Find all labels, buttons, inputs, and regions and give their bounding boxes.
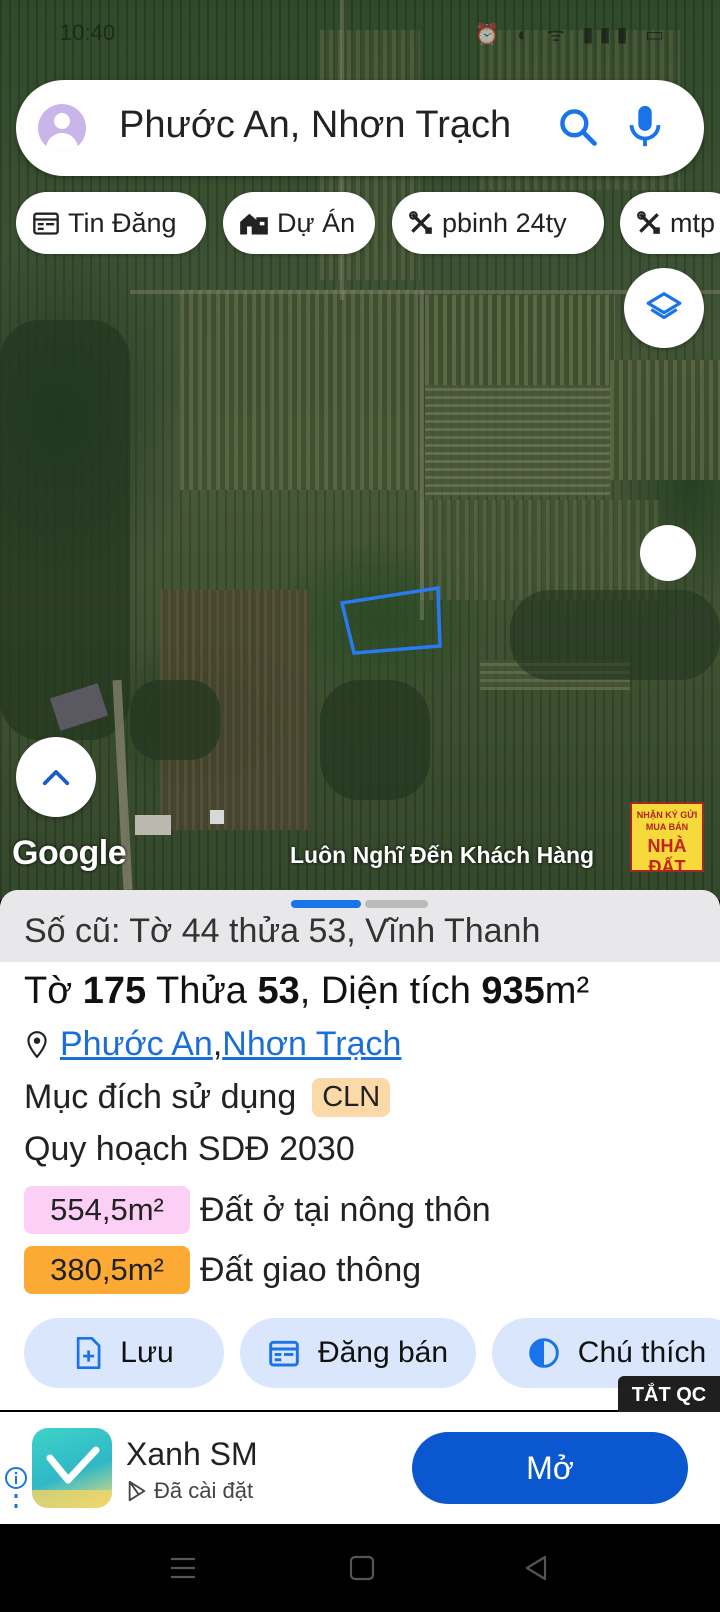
chip-label: Tin Đăng <box>68 207 177 238</box>
location-row: Phước An, Nhơn Trạch <box>24 1025 401 1064</box>
sheet-handle[interactable] <box>291 900 361 908</box>
chevron-up-icon <box>42 770 70 786</box>
info-icon[interactable] <box>4 1466 28 1521</box>
chip-tin-dang[interactable]: Tin Đăng <box>16 192 206 254</box>
zone-row: 554,5m² Đất ở tại nông thôn <box>24 1186 491 1234</box>
save-label: Lưu <box>120 1336 174 1369</box>
district-link[interactable]: Nhơn Trạch <box>222 1025 401 1064</box>
recent-apps-icon[interactable] <box>168 1554 198 1587</box>
chip-label: Dự Án <box>277 207 356 238</box>
title-text: , Diện tích <box>299 970 482 1012</box>
ad-app-name: Xanh SM <box>126 1436 258 1472</box>
avatar[interactable] <box>38 104 86 152</box>
map-slogan: Luôn Nghĩ Đến Khách Hàng <box>290 842 595 868</box>
layers-icon <box>646 292 682 320</box>
chip-pbinh-24ty[interactable]: pbinh 24ty <box>392 192 604 254</box>
chip-du-an[interactable]: Dự Án <box>223 192 375 254</box>
ad-banner[interactable]: Xanh SM Đã cài đặt Mở <box>0 1412 720 1524</box>
parcel-title: Tờ 175 Thửa 53, Diện tích 935m² <box>24 970 589 1013</box>
map-control-dot[interactable] <box>640 525 696 581</box>
back-icon[interactable] <box>522 1554 550 1587</box>
satellite-map[interactable]: 10:40 ⏰ ◐ ᯤ ▮▮▮ ▭ Phước An, Nhơn Trạch T… <box>0 0 720 900</box>
ad-status-text: Đã cài đặt <box>154 1478 254 1503</box>
house-icon <box>240 213 268 235</box>
plot-number: 53 <box>257 970 300 1012</box>
tools-icon <box>637 211 660 234</box>
search-input[interactable]: Phước An, Nhơn Trạch <box>119 104 511 147</box>
status-icons: ⏰ ◐ ᯤ ▮▮▮ ▭ <box>474 24 670 46</box>
post-for-sale-button[interactable]: Đăng bán <box>240 1318 476 1388</box>
title-text: Thửa <box>146 970 258 1012</box>
badge-line-1: NHẬN KÝ GỬI <box>636 810 698 820</box>
calendar-icon <box>33 212 59 235</box>
system-nav-bar <box>0 1524 720 1612</box>
area-value: 935 <box>481 970 545 1012</box>
mic-icon[interactable] <box>622 102 668 157</box>
search-bar[interactable]: Phước An, Nhơn Trạch <box>16 80 704 176</box>
location-separator: , <box>212 1025 223 1063</box>
plan-title: Quy hoạch SDĐ 2030 <box>24 1130 355 1168</box>
brand-badge[interactable]: NHẬN KÝ GỬI MUA BÁN NHÀ ĐẤT <box>630 802 704 872</box>
layers-button[interactable] <box>624 268 704 348</box>
status-bar: 10:40 ⏰ ◐ ᯤ ▮▮▮ ▭ <box>0 0 720 60</box>
zone-row: 380,5m² Đất giao thông <box>24 1246 421 1294</box>
xanh-sm-app-icon[interactable] <box>32 1428 112 1508</box>
area-unit: m² <box>544 970 590 1012</box>
badge-line-2: MUA BÁN <box>645 822 689 832</box>
usage-row: Mục đích sử dụng CLN <box>24 1078 391 1117</box>
play-store-icon <box>128 1480 146 1502</box>
contrast-icon <box>528 1338 559 1368</box>
home-icon[interactable] <box>348 1554 376 1587</box>
chip-label: pbinh 24ty <box>442 207 567 238</box>
location-pin-icon <box>27 1030 47 1058</box>
expand-button[interactable] <box>16 737 96 817</box>
close-ad-button[interactable]: TẮT QC <box>618 1376 720 1414</box>
status-time: 10:40 <box>60 20 116 45</box>
commune-link[interactable]: Phước An <box>60 1025 213 1064</box>
save-button[interactable]: Lưu <box>24 1318 224 1388</box>
parcel-info-sheet[interactable]: Số cũ: Tờ 44 thửa 53, Vĩnh Thanh Tờ 175 … <box>0 890 720 1410</box>
google-logo: Google <box>12 834 127 872</box>
add-file-icon <box>77 1337 101 1369</box>
zone-area: 380,5m² <box>24 1246 190 1294</box>
legend-label: Chú thích <box>577 1336 707 1369</box>
post-label: Đăng bán <box>317 1336 449 1369</box>
title-text: Tờ <box>24 970 83 1012</box>
chip-mtp[interactable]: mtp <box>620 192 720 254</box>
old-reference-bar: Số cũ: Tờ 44 thửa 53, Vĩnh Thanh <box>0 890 720 962</box>
sheet-handle[interactable] <box>365 900 428 908</box>
zone-area: 554,5m² <box>24 1186 190 1234</box>
tools-icon <box>409 211 432 234</box>
sheet-number: 175 <box>82 970 147 1012</box>
usage-code-badge: CLN <box>312 1078 391 1117</box>
open-app-button[interactable]: Mở <box>412 1432 688 1504</box>
search-icon[interactable] <box>556 105 600 154</box>
old-reference-text: Số cũ: Tờ 44 thửa 53, Vĩnh Thanh <box>24 912 541 950</box>
ad-app-status: Đã cài đặt <box>126 1478 253 1504</box>
usage-label: Mục đích sử dụng <box>24 1078 297 1116</box>
zone-label: Đất giao thông <box>200 1250 422 1289</box>
calendar-icon <box>269 1340 299 1367</box>
chip-label: mtp <box>670 207 716 238</box>
badge-line-3: NHÀ ĐẤT <box>647 836 687 872</box>
zone-label: Đất ở tại nông thôn <box>200 1190 491 1229</box>
